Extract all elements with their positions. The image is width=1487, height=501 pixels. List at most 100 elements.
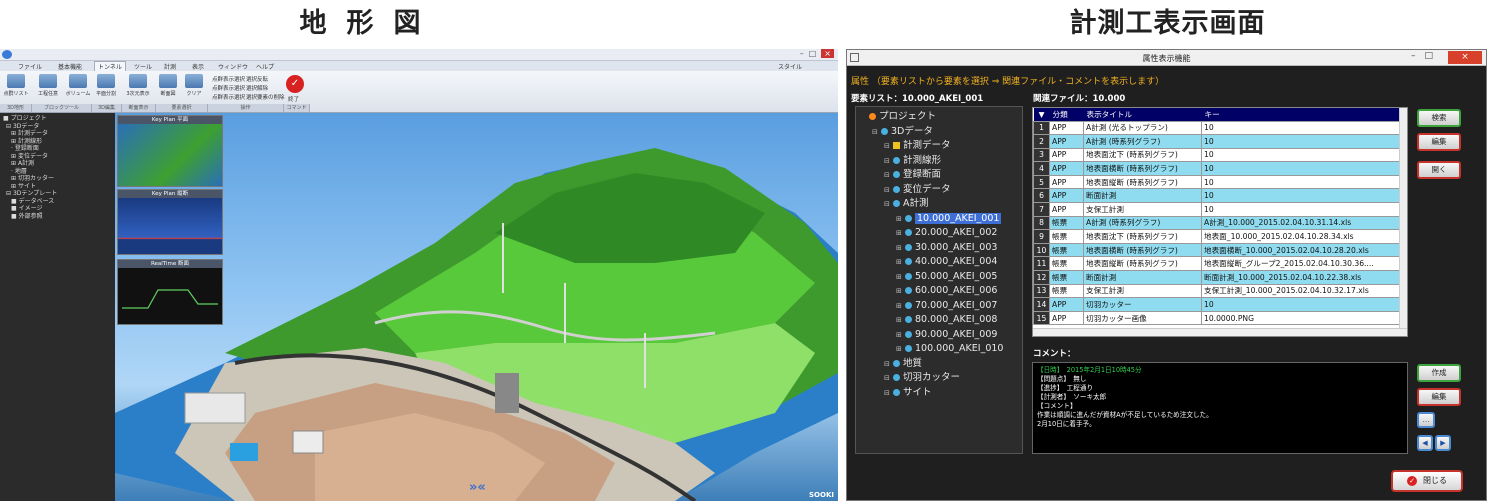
tree-item[interactable]: ⊟ 変位データ — [856, 183, 1022, 198]
minimize-button[interactable]: – — [800, 49, 809, 58]
tree-item[interactable]: ⊞ 50.000_AKEI_005 — [856, 270, 1022, 285]
clear-button[interactable]: クリア — [180, 74, 208, 100]
tab-display[interactable]: 表示 — [192, 62, 204, 71]
table-row[interactable]: 8 帳票 A計測 (時系列グラフ) A計測_10.000_2015.02.04.10.… — [1033, 215, 1400, 231]
realtime-section-panel[interactable]: RealTime 断面 — [117, 259, 223, 325]
expand-toggle-icon[interactable]: ⊟ — [884, 386, 891, 401]
ribbon-menu-item[interactable]: 点群表示選択 — [212, 93, 245, 101]
tree-item[interactable]: ⊞ 80.000_AKEI_008 — [856, 313, 1022, 328]
window-controls[interactable]: –□ — [1411, 51, 1442, 61]
style-menu[interactable]: スタイル — [778, 62, 802, 71]
expand-toggle-icon[interactable]: ⊞ — [896, 313, 903, 328]
table-row[interactable]: 12 帳票 断面計測 断面計測_10.000_2015.02.04.10.22.38.… — [1033, 270, 1400, 285]
expand-toggle-icon[interactable]: ⊟ — [884, 168, 891, 183]
tree-item[interactable]: ⊟ 計測データ — [856, 139, 1022, 154]
tree-item[interactable]: ⊟ A計測 — [856, 197, 1022, 212]
tree-item[interactable]: ⊞ A計測 — [0, 160, 115, 168]
table-row[interactable]: 3 APP 地表面沈下 (時系列グラフ) 10 — [1033, 147, 1400, 163]
tree-item[interactable]: ⊟ 3Dテンプレート — [0, 190, 115, 198]
tree-item[interactable]: ⊞ 変位データ — [0, 153, 115, 161]
keyplan-profile-panel[interactable]: Key Plan 縦断 — [117, 189, 223, 255]
horizontal-scrollbar[interactable] — [1033, 328, 1407, 336]
minimize-button[interactable]: – — [1411, 51, 1425, 61]
terrain-3d-viewport[interactable]: Key Plan 平面 Key Plan 縦断 RealTime 断面 »« S… — [115, 113, 838, 501]
tab-file[interactable]: ファイル — [18, 62, 42, 71]
table-row[interactable]: 1 APP A計測 (光るトップラン) 10 — [1033, 120, 1400, 136]
tree-item[interactable]: ⊞ 90.000_AKEI_009 — [856, 328, 1022, 343]
process-button[interactable]: 工程任意 — [34, 74, 62, 100]
col-key[interactable]: キー — [1201, 108, 1400, 121]
close-window-button[interactable]: ✓ 閉じる — [1391, 470, 1463, 492]
tree-item[interactable]: ⊟ 切羽カッター — [856, 371, 1022, 386]
table-row[interactable]: 9 帳票 地表面沈下 (時系列グラフ) 地表面_10.000_2015.02.04.1… — [1033, 229, 1400, 244]
close-button[interactable]: × — [821, 49, 834, 58]
tree-item[interactable]: ⊞ 10.000_AKEI_001 — [856, 212, 1022, 227]
tree-item[interactable]: ⊞ 40.000_AKEI_004 — [856, 255, 1022, 270]
tree-item[interactable]: ⊟ 登録断面 — [856, 168, 1022, 183]
close-button[interactable]: × — [1448, 51, 1482, 64]
tab-tunnel[interactable]: トンネル — [94, 61, 126, 71]
tree-item[interactable]: ■ イメージ — [0, 205, 115, 213]
expand-toggle-icon[interactable]: ⊟ — [884, 139, 891, 154]
table-row[interactable]: 14 APP 切羽カッター 10 — [1033, 297, 1400, 312]
tree-item[interactable]: ⊟ 地質 — [856, 357, 1022, 372]
edit-file-button[interactable]: 編集 — [1417, 133, 1461, 151]
keyplan-plan-panel[interactable]: Key Plan 平面 — [117, 115, 223, 187]
tree-item[interactable]: ⊞ 切羽カッター — [0, 175, 115, 183]
expand-toggle-icon[interactable]: ⊞ — [896, 284, 903, 299]
ribbon-menu-item[interactable]: 選択反転 — [246, 75, 268, 83]
table-row[interactable]: 2 APP A計測 (時系列グラフ) 10 — [1033, 134, 1400, 149]
table-row[interactable]: 11 帳票 地表面縦断 (時系列グラフ) 地表面縦断_グループ2_2015.02.04… — [1033, 256, 1400, 272]
expand-toggle-icon[interactable]: ⊞ — [896, 255, 903, 270]
terrain-window-controls[interactable]: –□ × — [800, 49, 834, 58]
table-row[interactable]: 15 APP 切羽カッター画像 10.0000.PNG — [1033, 310, 1400, 326]
tree-item[interactable]: · 地層 — [0, 168, 115, 176]
ribbon-menu-item[interactable]: 選択解除 — [246, 84, 268, 92]
ribbon-menu-item[interactable]: 点群表示選択 — [212, 75, 245, 83]
next-comment-button[interactable]: ▶ — [1435, 435, 1451, 451]
tab-help[interactable]: ヘルプ — [256, 62, 274, 71]
maximize-button[interactable]: □ — [1424, 51, 1442, 61]
comment-box[interactable]: 【日時】 2015年2月1日10時45分 【問題点】 無し 【進捗】 工程通り 【計測… — [1032, 362, 1408, 454]
tree-item[interactable]: ⊟ 計測線形 — [856, 154, 1022, 169]
tree-item[interactable]: ■ データベース — [0, 198, 115, 206]
expand-toggle-icon[interactable]: ⊟ — [884, 371, 891, 386]
more-button[interactable]: … — [1417, 412, 1435, 428]
expand-toggle-icon[interactable]: ⊞ — [896, 212, 903, 227]
tree-item[interactable]: プロジェクト — [856, 110, 1022, 125]
expand-toggle-icon[interactable]: ⊟ — [884, 357, 891, 372]
tree-item[interactable]: ⊞ 30.000_AKEI_003 — [856, 241, 1022, 256]
prev-comment-button[interactable]: ◀ — [1417, 435, 1433, 451]
expand-toggle-icon[interactable]: ⊞ — [896, 299, 903, 314]
tree-item[interactable]: · 登録断面 — [0, 145, 115, 153]
ribbon-menu-item[interactable]: 点群表示選択 — [212, 84, 245, 92]
table-row[interactable]: 7 APP 支保工計測 10 — [1033, 202, 1400, 217]
stop-icon[interactable]: ✓ — [286, 75, 304, 93]
expand-toggle-icon[interactable]: ⊟ — [884, 183, 891, 198]
create-comment-button[interactable]: 作成 — [1417, 364, 1461, 382]
tree-item[interactable]: ⊞ サイト — [0, 183, 115, 191]
forward-nav-icon[interactable]: »« — [469, 480, 486, 495]
table-row[interactable]: 10 帳票 地表面横断 (時系列グラフ) 地表面横断_10.000_2015.02.0… — [1033, 242, 1400, 258]
expand-toggle-icon[interactable]: ⊞ — [896, 226, 903, 241]
plane-split-button[interactable]: 平面分割 — [92, 74, 120, 100]
tree-item[interactable]: ⊟ サイト — [856, 386, 1022, 401]
expand-toggle-icon[interactable]: ⊞ — [896, 342, 903, 357]
tab-window[interactable]: ウィンドウ — [218, 62, 248, 71]
tree-item[interactable]: ⊞ 20.000_AKEI_002 — [856, 226, 1022, 241]
point-list-button[interactable]: 点群リスト — [2, 74, 30, 100]
tree-item[interactable]: ⊞ 100.000_AKEI_010 — [856, 342, 1022, 357]
col-category[interactable]: 分類 — [1049, 108, 1084, 121]
3d-view-button[interactable]: 3次元表示 — [124, 74, 152, 100]
expand-toggle-icon[interactable]: ⊞ — [896, 328, 903, 343]
table-row[interactable]: 6 APP 断面計測 10 — [1033, 188, 1400, 204]
tree-item-3d-data[interactable]: ⊟ 3Dデータ — [0, 123, 115, 131]
tab-measure[interactable]: 計測 — [164, 62, 176, 71]
tab-basic[interactable]: 基本機能 — [58, 62, 82, 71]
table-row[interactable]: 5 APP 地表面縦断 (時系列グラフ) 10 — [1033, 174, 1400, 190]
table-row[interactable]: 4 APP 地表面横断 (時系列グラフ) 10 — [1033, 161, 1400, 176]
ribbon-menu-item[interactable]: 選択要素の削除 — [246, 93, 285, 101]
col-sort-indicator[interactable]: ▼ — [1033, 108, 1050, 121]
tree-item[interactable]: ⊞ 60.000_AKEI_006 — [856, 284, 1022, 299]
tree-item[interactable]: ⊞ 70.000_AKEI_007 — [856, 299, 1022, 314]
